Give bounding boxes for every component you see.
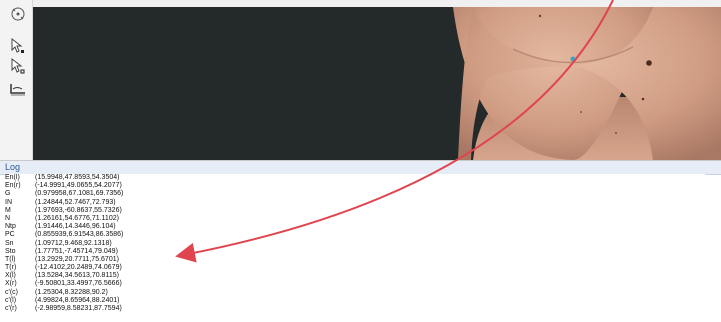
log-row: X(r) (-9.50801,33.4997,76.5666): [5, 280, 705, 288]
log-row-value: (0.855939,6.91543,86.3586): [35, 231, 124, 239]
log-row-value: (0.979958,67.1081,69.7356): [35, 190, 124, 198]
log-row: En(l) (15.9948,47.8593,54.3504): [5, 174, 705, 182]
log-row-key: T(l): [5, 255, 16, 263]
rotate-tool-icon[interactable]: [7, 4, 29, 24]
log-row-key: PC: [5, 231, 15, 239]
log-row-value: (4.99824,8.65964,88.2401): [35, 296, 120, 304]
log-row-key: Sto: [5, 247, 16, 255]
landmark-marker[interactable]: [570, 56, 576, 62]
log-row: c'(c) (1.25304,8.32288,90.2): [5, 289, 705, 297]
log-row-key: c'(l): [5, 296, 17, 304]
log-row-key: c'(c): [5, 288, 18, 296]
log-row: PC (0.855939,6.91543,86.3586): [5, 231, 705, 239]
log-row-key: M: [5, 206, 11, 214]
log-row-value: (15.9948,47.8593,54.3504): [35, 174, 120, 181]
log-row: N (1.26161,54.6776,71.1102): [5, 215, 705, 223]
log-row: T(l) (13.2929,20.7711,75.6701): [5, 256, 705, 264]
log-row-value: (1.26161,54.6776,71.1102): [35, 214, 119, 222]
log-row-value: (13.5284,34.5613,70.8115): [35, 272, 119, 280]
log-row-key: c'(r): [5, 305, 17, 312]
log-row-value: (1.25304,8.32288,90.2): [35, 288, 108, 296]
log-row-value: (1.09712,9.468,92.1318): [35, 239, 112, 247]
log-row: Ntp (1.91446,14.3446,96.104): [5, 223, 705, 231]
tool-palette: [0, 0, 33, 160]
3d-viewport[interactable]: [33, 7, 721, 160]
log-row: c'(l) (4.99824,8.65964,88.2401): [5, 297, 705, 305]
log-row-key: Ntp: [5, 223, 16, 231]
log-panel: Log En(l) (15.9948,47.8593,54.3504) En(r) (…: [0, 160, 721, 322]
log-row-value: (-9.50801,33.4997,76.5666): [35, 280, 122, 288]
log-row: G (0.979958,67.1081,69.7356): [5, 190, 705, 198]
face-scan-render: [453, 7, 721, 160]
log-panel-title: Log: [0, 161, 721, 175]
landmark-tool-icon[interactable]: [7, 80, 29, 100]
select-tool-icon[interactable]: [7, 36, 29, 56]
log-row-value: (-2.98959,8.58231,87.7594): [35, 305, 122, 312]
log-row: T(r) (-12.4102,20.2489,74.0679): [5, 264, 705, 272]
log-row: c'(r) (-2.98959,8.58231,87.7594): [5, 305, 705, 313]
log-row-key: En(r): [5, 182, 21, 190]
log-row: M (1.97693,-60.8637,55.7326): [5, 207, 705, 215]
log-row: X(l) (13.5284,34.5613,70.8115): [5, 272, 705, 280]
log-row: En(r) (-14.9991,49.0655,54.2077): [5, 182, 705, 190]
log-row-key: X(r): [5, 280, 17, 288]
log-list[interactable]: En(l) (15.9948,47.8593,54.3504) En(r) (-14.…: [5, 174, 705, 320]
log-row-value: (1.97693,-60.8637,55.7326): [35, 206, 122, 214]
log-row-value: (1.77751,-7.45714,79.049): [35, 247, 118, 255]
log-row-key: Sn: [5, 239, 14, 247]
log-row-key: G: [5, 190, 11, 198]
log-row-value: (13.2929,20.7711,75.6701): [35, 255, 119, 263]
log-row-key: T(r): [5, 264, 17, 272]
log-row-key: N: [5, 214, 11, 222]
log-row-value: (-12.4102,20.2489,74.0679): [35, 264, 122, 272]
log-row: Sn (1.09712,9.468,92.1318): [5, 240, 705, 248]
log-row: IN (1.24844,52.7467,72.793): [5, 199, 705, 207]
select-deselect-tool-icon[interactable]: [7, 56, 29, 76]
log-row-key: En(l): [5, 174, 20, 181]
log-row-key: IN: [5, 198, 12, 206]
log-row: Sto (1.77751,-7.45714,79.049): [5, 248, 705, 256]
log-row-value: (1.91446,14.3446,96.104): [35, 223, 116, 231]
log-row-value: (-14.9991,49.0655,54.2077): [35, 182, 122, 190]
log-row-value: (1.24844,52.7467,72.793): [35, 198, 116, 206]
log-row-key: X(l): [5, 272, 16, 280]
